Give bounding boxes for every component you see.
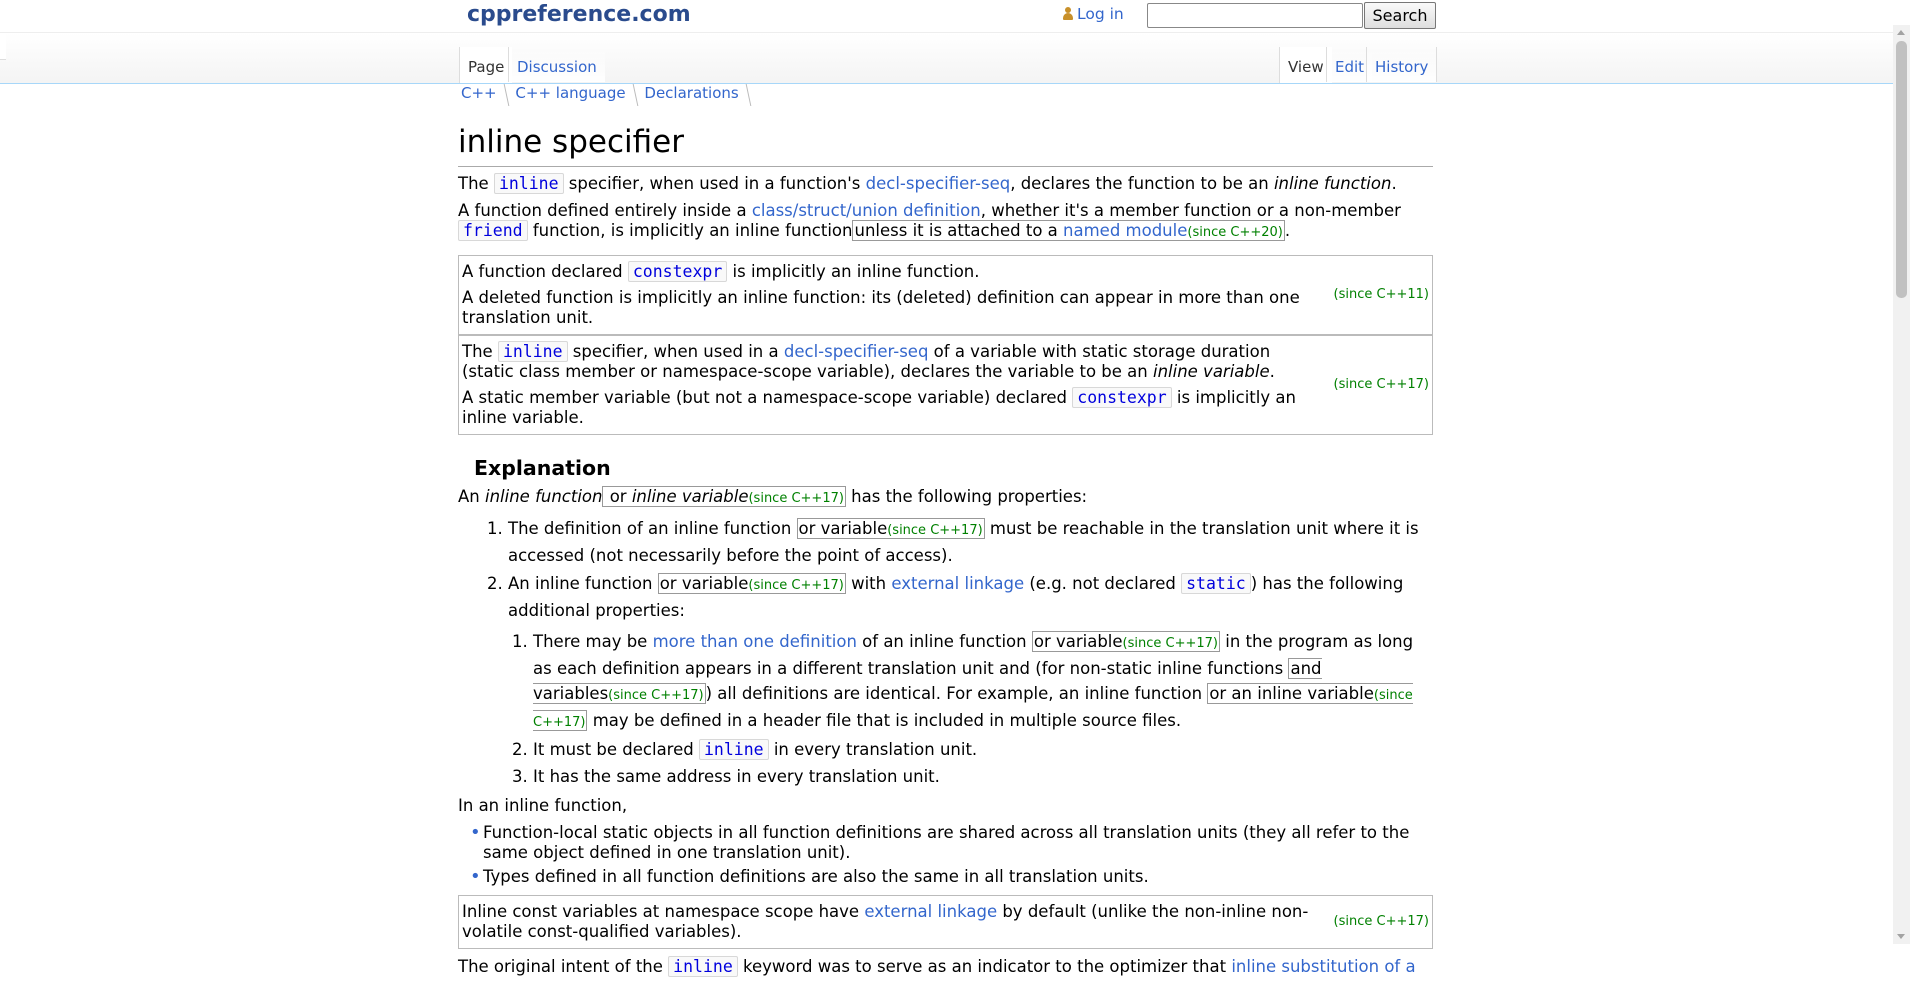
list-item: It must be declared inline in every tran… — [533, 737, 1433, 762]
inline-function-paragraph: In an inline function, — [458, 796, 628, 815]
scrollbar-thumb[interactable] — [1896, 41, 1907, 298]
list-item: The definition of an inline function or … — [508, 516, 1433, 568]
properties-list: The definition of an inline function or … — [458, 516, 1433, 789]
list-item: Function-local static objects in all fun… — [470, 823, 1433, 863]
since-badge: (since C++17) — [1333, 914, 1429, 929]
list-item: An inline function or variable(since C++… — [508, 571, 1433, 789]
code-inline[interactable]: inline — [668, 956, 738, 977]
breadcrumb-cpp-language[interactable]: C++ language — [512, 84, 632, 102]
rev11-line-2: A deleted function is implicitly an inli… — [462, 288, 1300, 327]
site-logo-link[interactable]: cppreference.com — [467, 2, 691, 27]
search-input[interactable] — [1147, 3, 1363, 28]
site-header: cppreference.com Log in Search — [0, 0, 1910, 32]
revision-inline-cpp20: unless it is attached to a named module(… — [852, 220, 1285, 241]
tab-discussion-label: Discussion — [517, 58, 597, 76]
search-button[interactable]: Search — [1364, 2, 1436, 29]
tab-page-label: Page — [468, 58, 505, 76]
article-content: inline specifier The inline specifier, w… — [458, 118, 1433, 984]
revision-group: A function declared constexpr is implici… — [458, 255, 1433, 435]
code-inline[interactable]: inline — [497, 341, 568, 362]
scroll-up-arrow-icon[interactable] — [1893, 25, 1910, 39]
revision-box-cpp17: The inline specifier, when used in a dec… — [459, 334, 1432, 434]
tab-view[interactable]: View — [1279, 47, 1332, 83]
page-title: inline specifier — [458, 118, 1433, 167]
decl-specifier-seq-link[interactable]: decl-specifier-seq — [866, 174, 1011, 193]
code-friend[interactable]: friend — [458, 220, 528, 241]
since-badge: (since C++20) — [1187, 225, 1283, 240]
code-inline[interactable]: inline — [493, 173, 564, 194]
decl-specifier-seq-link[interactable]: decl-specifier-seq — [784, 342, 929, 361]
code-constexpr[interactable]: constexpr — [1072, 387, 1172, 408]
login-link[interactable]: Log in — [1063, 5, 1124, 23]
tab-discussion[interactable]: Discussion — [508, 47, 605, 82]
code-constexpr[interactable]: constexpr — [627, 261, 728, 282]
external-linkage-link[interactable]: external linkage — [891, 574, 1024, 593]
revision-inline: or inline variable(since C++17) — [602, 486, 846, 507]
intro-paragraph-2: A function defined entirely inside a cla… — [458, 201, 1401, 241]
explanation-heading: Explanation — [474, 456, 611, 480]
tab-page[interactable]: Page — [459, 47, 513, 83]
tab-edit-label: Edit — [1335, 58, 1365, 76]
class-definition-link[interactable]: class/struct/union definition — [752, 201, 981, 220]
odr-link[interactable]: more than one definition — [653, 632, 857, 651]
header-stub — [0, 33, 6, 60]
named-module-link[interactable]: named module — [1063, 221, 1187, 240]
page-scrollbar[interactable] — [1893, 25, 1910, 944]
breadcrumb-declarations[interactable]: Declarations — [641, 84, 745, 102]
inline-substitution-link[interactable]: inline substitution of a — [1231, 957, 1415, 976]
tab-history[interactable]: History — [1366, 47, 1438, 82]
linkage-text: Inline const variables at namespace scop… — [462, 902, 1309, 941]
explanation-lead: An inline function or inline variable(si… — [458, 486, 1088, 507]
tab-history-label: History — [1375, 58, 1429, 76]
tab-bar — [0, 32, 1893, 84]
inline-function-bullets: Function-local static objects in all fun… — [458, 823, 1433, 887]
intro-paragraph-1: The inline specifier, when used in a fun… — [458, 173, 1397, 194]
code-static[interactable]: static — [1181, 573, 1251, 594]
list-item: Types defined in all function definition… — [470, 867, 1433, 887]
revision-box-cpp11: A function declared constexpr is implici… — [459, 256, 1432, 334]
code-inline[interactable]: inline — [698, 739, 769, 760]
since-badge: (since C++17) — [1333, 377, 1429, 392]
breadcrumb-cpp[interactable]: C++ — [458, 84, 504, 102]
rev17-line-2: A static member variable (but not a name… — [462, 387, 1296, 427]
list-item: It has the same address in every transla… — [533, 764, 1433, 789]
rev17-line-1: The inline specifier, when used in a dec… — [462, 341, 1275, 381]
list-item: There may be more than one definition of… — [533, 629, 1433, 735]
breadcrumb: C++ C++ language Declarations — [458, 84, 750, 108]
original-intent-paragraph: The original intent of the inline keywor… — [458, 956, 1416, 977]
revision-box-cpp17-linkage: Inline const variables at namespace scop… — [458, 895, 1433, 949]
rev11-line-1: A function declared constexpr is implici… — [462, 261, 980, 282]
since-badge: (since C++11) — [1333, 287, 1429, 302]
tab-view-label: View — [1288, 58, 1324, 76]
scroll-down-arrow-icon[interactable] — [1893, 930, 1910, 944]
user-icon — [1063, 7, 1073, 20]
sub-properties-list: There may be more than one definition of… — [508, 629, 1433, 789]
external-linkage-link[interactable]: external linkage — [864, 902, 997, 921]
login-label: Log in — [1077, 5, 1124, 23]
